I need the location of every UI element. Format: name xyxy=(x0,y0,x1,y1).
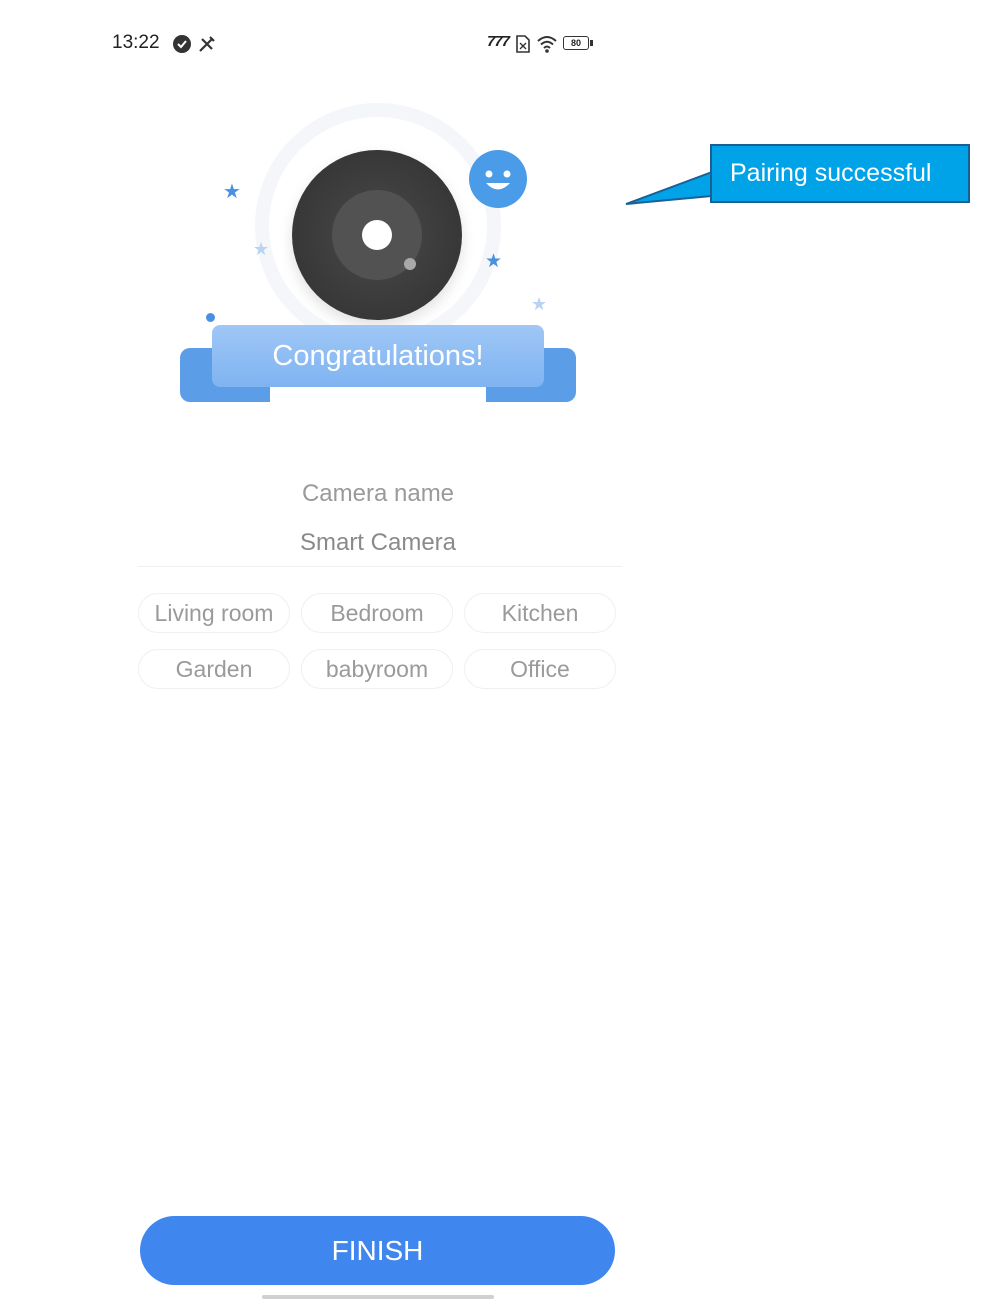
room-chip-babyroom[interactable]: babyroom xyxy=(301,649,453,689)
star-icon: ★ xyxy=(223,181,241,203)
camera-lens-indicator xyxy=(404,258,416,270)
room-chip-garden[interactable]: Garden xyxy=(138,649,290,689)
finish-button[interactable]: FINISH xyxy=(140,1216,615,1285)
room-chip-living-room[interactable]: Living room xyxy=(138,593,290,633)
dot-decoration xyxy=(206,313,215,322)
camera-lens-dot xyxy=(362,220,392,250)
status-time: 13:22 xyxy=(112,32,160,53)
room-chip-office[interactable]: Office xyxy=(464,649,616,689)
battery-level: 80 xyxy=(570,38,581,48)
room-chip-kitchen[interactable]: Kitchen xyxy=(464,593,616,633)
battery-icon: 80 xyxy=(563,36,589,50)
shield-check-icon xyxy=(173,35,191,53)
smiley-icon xyxy=(469,150,527,208)
wifi-icon xyxy=(537,36,557,53)
room-chip-bedroom[interactable]: Bedroom xyxy=(301,593,453,633)
camera-name-input[interactable]: Smart Camera xyxy=(138,529,618,557)
network-label: 777 xyxy=(487,33,510,50)
pairing-callout: Pairing successful xyxy=(710,144,970,203)
tools-icon xyxy=(199,36,215,52)
home-indicator[interactable] xyxy=(262,1295,494,1299)
battery-tip xyxy=(590,40,593,46)
star-icon: ★ xyxy=(485,251,503,272)
camera-name-label: Camera name xyxy=(301,480,455,507)
star-icon: ★ xyxy=(253,239,270,259)
sim-icon xyxy=(516,35,530,53)
callout-text: Pairing successful xyxy=(730,159,932,187)
callout-pointer xyxy=(625,170,713,205)
star-icon: ★ xyxy=(531,294,548,314)
divider xyxy=(138,566,622,567)
congratulations-banner: Congratulations! xyxy=(212,325,544,387)
